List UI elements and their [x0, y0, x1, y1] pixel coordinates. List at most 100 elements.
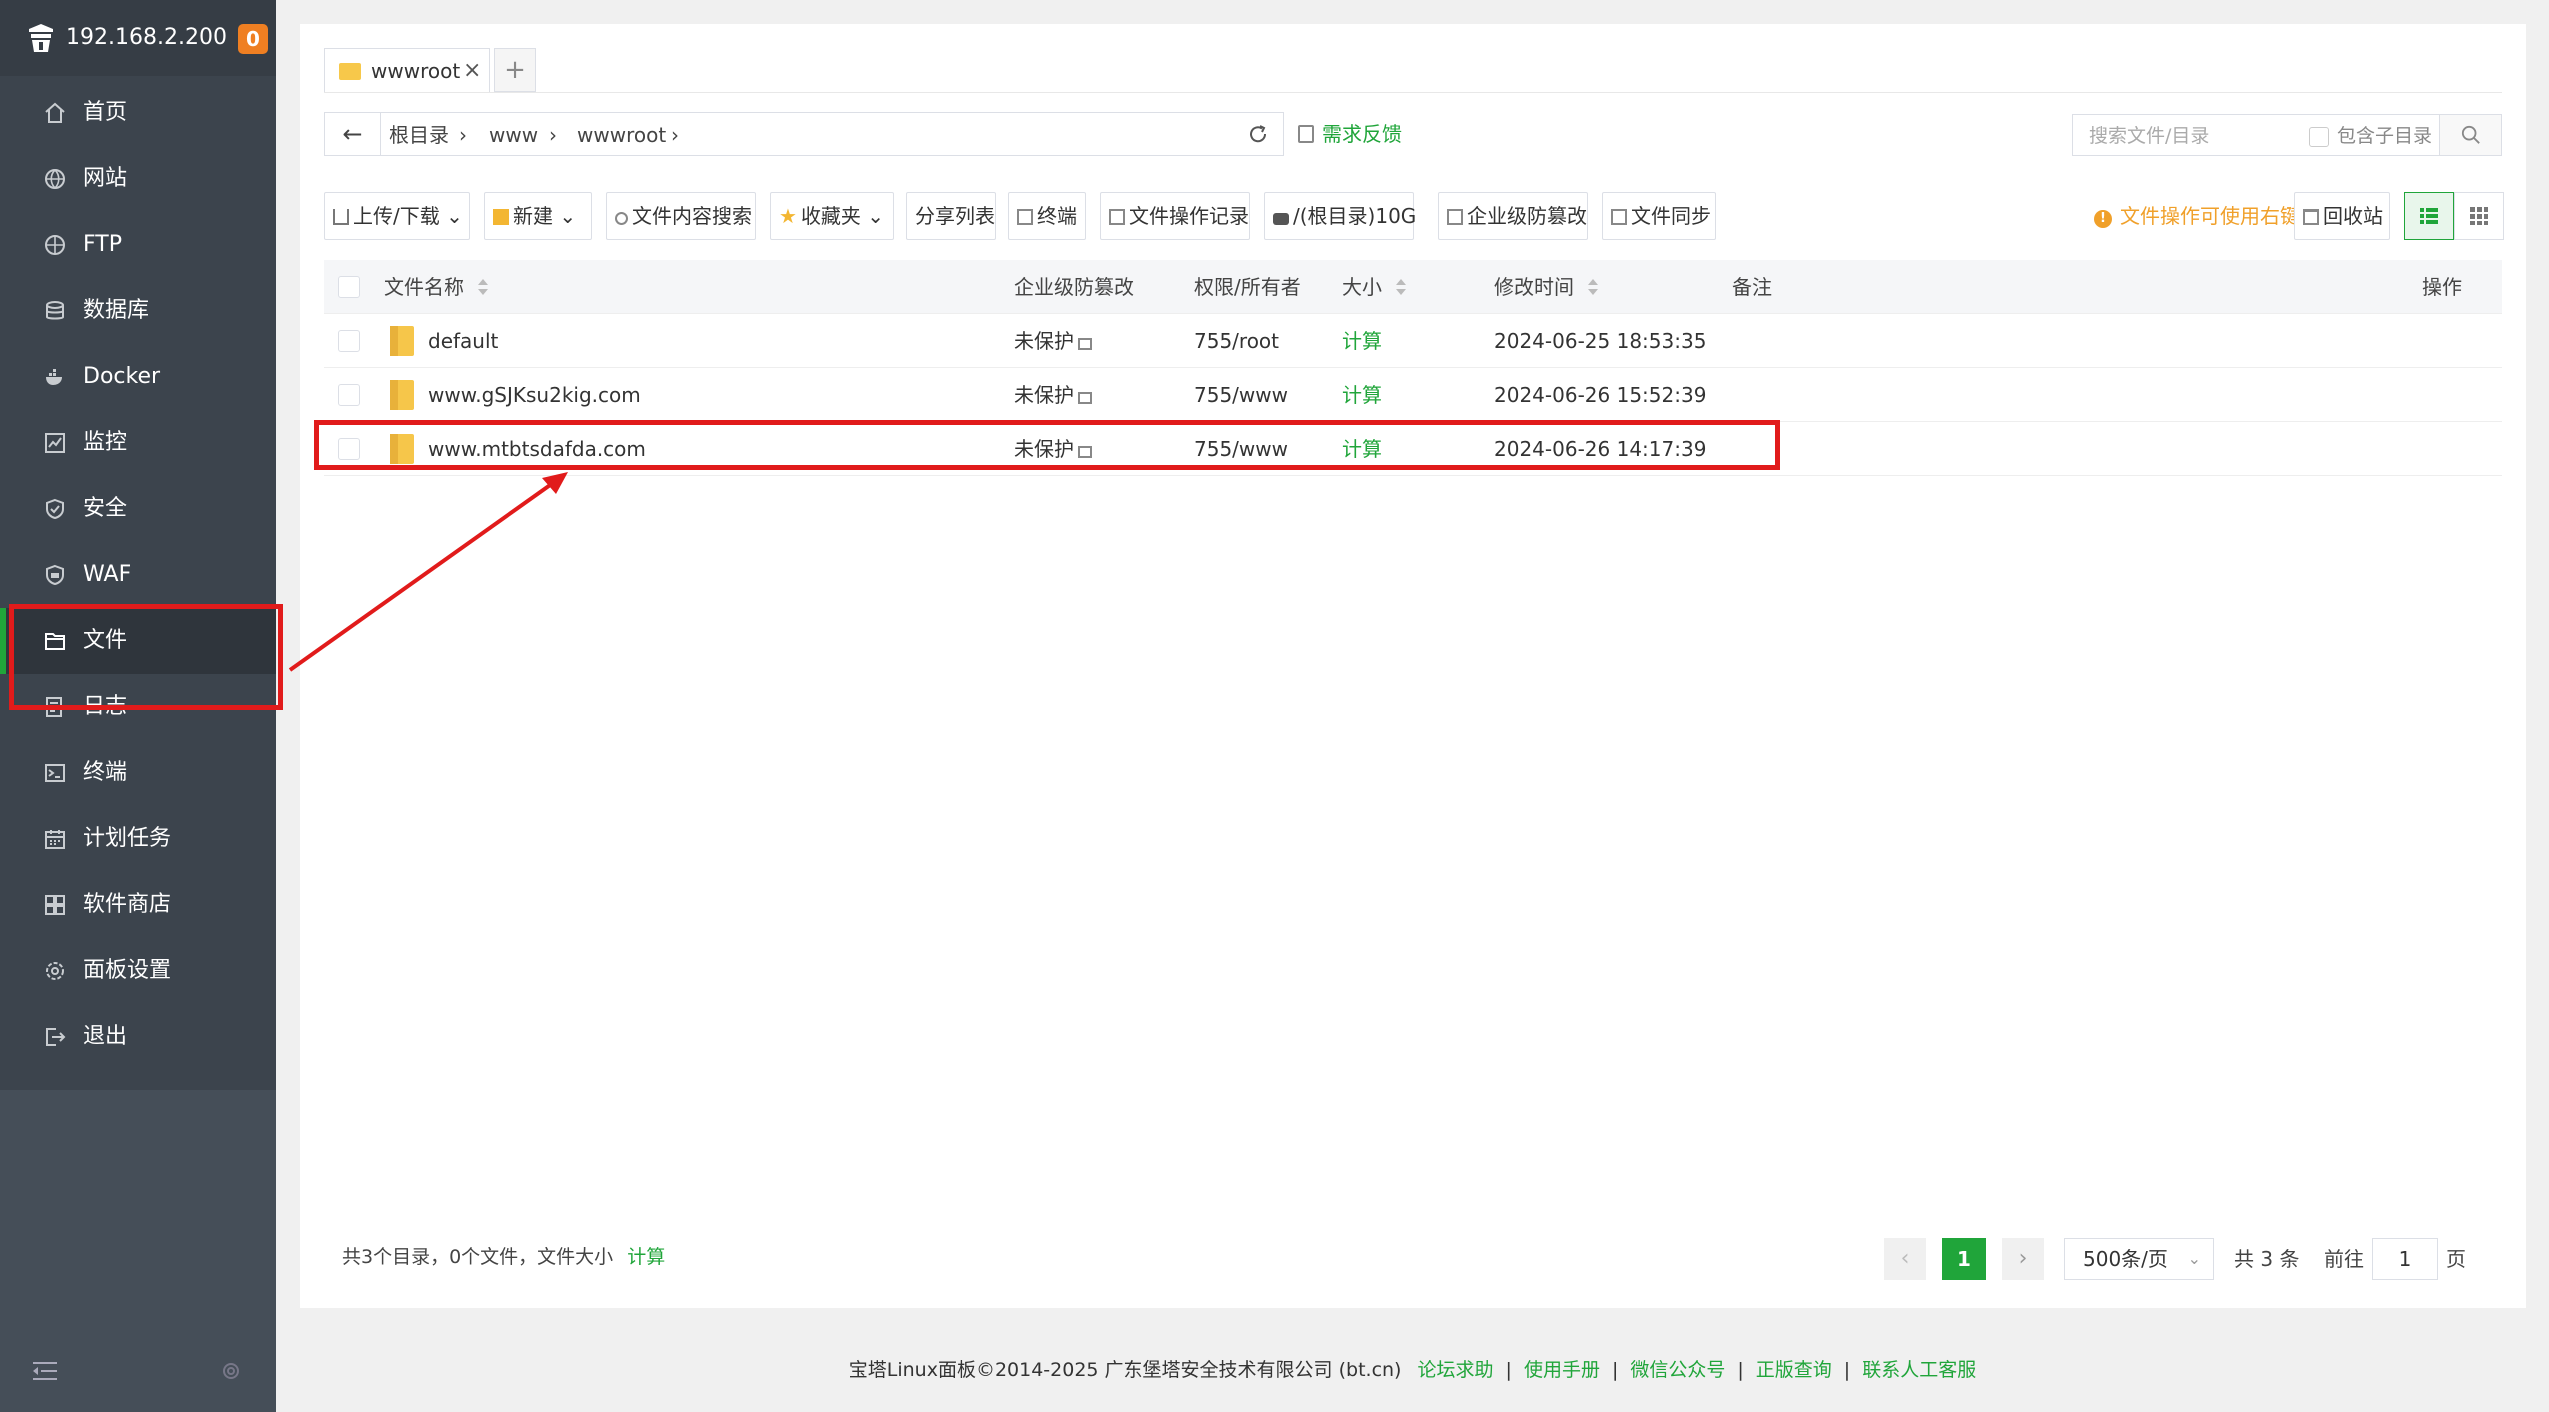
content-search-button[interactable]: 文件内容搜索	[606, 192, 756, 240]
grid-view-button[interactable]	[2454, 192, 2504, 240]
folder-icon	[390, 326, 414, 356]
sidebar-item-settings[interactable]: 面板设置	[0, 938, 276, 1004]
share-list-button[interactable]: 分享列表	[906, 192, 996, 240]
permission[interactable]: 755/www	[1194, 381, 1288, 409]
favorites-button[interactable]: ★ 收藏夹 ⌄	[770, 192, 894, 240]
tamper-status[interactable]: 未保护	[1014, 327, 1092, 355]
disk-button[interactable]: /(根目录)10G	[1264, 192, 1416, 240]
search-button[interactable]	[2440, 114, 2502, 156]
sidebar-item-label: Docker	[83, 364, 161, 389]
lock-icon	[1078, 392, 1092, 404]
annotation-arrow	[288, 472, 568, 672]
include-subdir-checkbox[interactable]	[2309, 127, 2329, 147]
page-size-label: 500条/页	[2083, 1247, 2168, 1271]
col-mtime[interactable]: 修改时间	[1494, 273, 1598, 301]
col-name[interactable]: 文件名称	[384, 273, 488, 301]
prev-page-button[interactable]: ‹	[1884, 1238, 1926, 1280]
file-sync-label: 文件同步	[1631, 204, 1711, 228]
sidebar-item-ftp[interactable]: FTP	[0, 212, 276, 278]
terminal-icon	[45, 764, 65, 782]
list-view-icon	[2420, 208, 2438, 224]
recycle-label: 回收站	[2323, 204, 2383, 228]
tamper-status[interactable]: 未保护	[1014, 381, 1092, 409]
page-number-current[interactable]: 1	[1942, 1238, 1986, 1280]
goto-label: 前往	[2324, 1247, 2364, 1271]
search-input[interactable]: 搜索文件/目录 包含子目录	[2072, 114, 2440, 156]
add-tab-button[interactable]: +	[494, 48, 536, 92]
sidebar-item-monitor[interactable]: 监控	[0, 410, 276, 476]
upload-download-button[interactable]: 上传/下载 ⌄	[324, 192, 470, 240]
file-name[interactable]: default	[428, 327, 498, 355]
license-check-link[interactable]: 正版查询	[1756, 1359, 1832, 1381]
content-search-label: 文件内容搜索	[632, 204, 752, 228]
home-icon	[45, 102, 65, 123]
table-row[interactable]: www.gSJKsu2kig.com 未保护 755/www 计算 2024-0…	[324, 368, 2502, 422]
sort-icon[interactable]	[478, 279, 488, 297]
sidebar-item-docker[interactable]: Docker	[0, 344, 276, 410]
calendar-icon	[45, 830, 65, 849]
new-button[interactable]: 新建 ⌄	[484, 192, 592, 240]
folder-icon	[390, 380, 414, 410]
col-name-label: 文件名称	[384, 275, 464, 299]
row-checkbox[interactable]	[338, 384, 360, 406]
sidebar-item-home[interactable]: 首页	[0, 80, 276, 146]
support-link[interactable]: 联系人工客服	[1862, 1359, 1976, 1381]
back-arrow-icon[interactable]: ←	[325, 113, 381, 155]
modified-time: 2024-06-25 18:53:35	[1494, 329, 1707, 353]
grid-view-icon	[2470, 207, 2488, 225]
table-row[interactable]: default 未保护 755/root 计算 2024-06-25 18:53…	[324, 314, 2502, 368]
sort-icon[interactable]	[1588, 279, 1598, 297]
sidebar-item-cron[interactable]: 计划任务	[0, 806, 276, 872]
folder-icon	[339, 63, 361, 80]
settings-gear-icon[interactable]	[220, 1360, 242, 1382]
sidebar-header: 192.168.2.200 0	[0, 0, 276, 76]
file-name[interactable]: www.gSJKsu2kig.com	[428, 381, 641, 409]
row-checkbox[interactable]	[338, 330, 360, 352]
favorites-label: 收藏夹	[800, 204, 861, 228]
col-size[interactable]: 大小	[1342, 273, 1406, 301]
sidebar-item-logout[interactable]: 退出	[0, 1004, 276, 1070]
apps-icon	[45, 895, 65, 915]
op-log-button[interactable]: 文件操作记录	[1100, 192, 1250, 240]
refresh-button[interactable]	[1232, 112, 1284, 156]
calc-size-link[interactable]: 计算	[627, 1246, 665, 1268]
tab-divider	[324, 92, 2502, 93]
breadcrumb-root[interactable]: 根目录	[389, 121, 449, 149]
sidebar-item-waf[interactable]: WAF	[0, 542, 276, 608]
breadcrumb-www[interactable]: www	[489, 121, 538, 149]
recycle-bin-button[interactable]: 回收站	[2294, 192, 2390, 240]
feedback-link[interactable]: 需求反馈	[1298, 118, 1402, 150]
sidebar-item-security[interactable]: 安全	[0, 476, 276, 542]
wechat-link[interactable]: 微信公众号	[1630, 1359, 1725, 1381]
file-sync-button[interactable]: 文件同步	[1602, 192, 1716, 240]
tip-label: 文件操作可使用右键	[2120, 204, 2300, 228]
sort-icon[interactable]	[1396, 279, 1406, 297]
tamper-icon	[1447, 209, 1463, 225]
manual-link[interactable]: 使用手册	[1524, 1359, 1600, 1381]
chevron-right-icon: ›	[671, 123, 679, 147]
forum-link[interactable]: 论坛求助	[1418, 1359, 1494, 1381]
collapse-menu-icon[interactable]	[32, 1360, 58, 1382]
sidebar-item-database[interactable]: 数据库	[0, 278, 276, 344]
list-view-button[interactable]	[2404, 192, 2454, 240]
size-calc-link[interactable]: 计算	[1342, 381, 1382, 409]
op-log-label: 文件操作记录	[1129, 204, 1249, 228]
close-icon[interactable]: ×	[463, 57, 481, 85]
select-all-checkbox[interactable]	[338, 276, 360, 298]
notification-badge[interactable]: 0	[238, 24, 268, 54]
disk-icon	[1273, 213, 1289, 225]
globe-icon	[45, 169, 65, 190]
page-size-select[interactable]: 500条/页 ⌄	[2064, 1238, 2214, 1280]
terminal-button[interactable]: 终端	[1008, 192, 1086, 240]
sidebar-item-terminal[interactable]: 终端	[0, 740, 276, 806]
sidebar-item-website[interactable]: 网站	[0, 146, 276, 212]
goto-page-input[interactable]: 1	[2372, 1238, 2438, 1280]
search-icon	[2461, 125, 2480, 144]
permission[interactable]: 755/root	[1194, 327, 1279, 355]
breadcrumb-wwwroot[interactable]: wwwroot	[577, 121, 666, 149]
size-calc-link[interactable]: 计算	[1342, 327, 1382, 355]
tamper-button[interactable]: 企业级防篡改	[1438, 192, 1588, 240]
tab-wwwroot[interactable]: wwwroot ×	[324, 48, 490, 92]
next-page-button[interactable]: ›	[2002, 1238, 2044, 1280]
sidebar-item-store[interactable]: 软件商店	[0, 872, 276, 938]
